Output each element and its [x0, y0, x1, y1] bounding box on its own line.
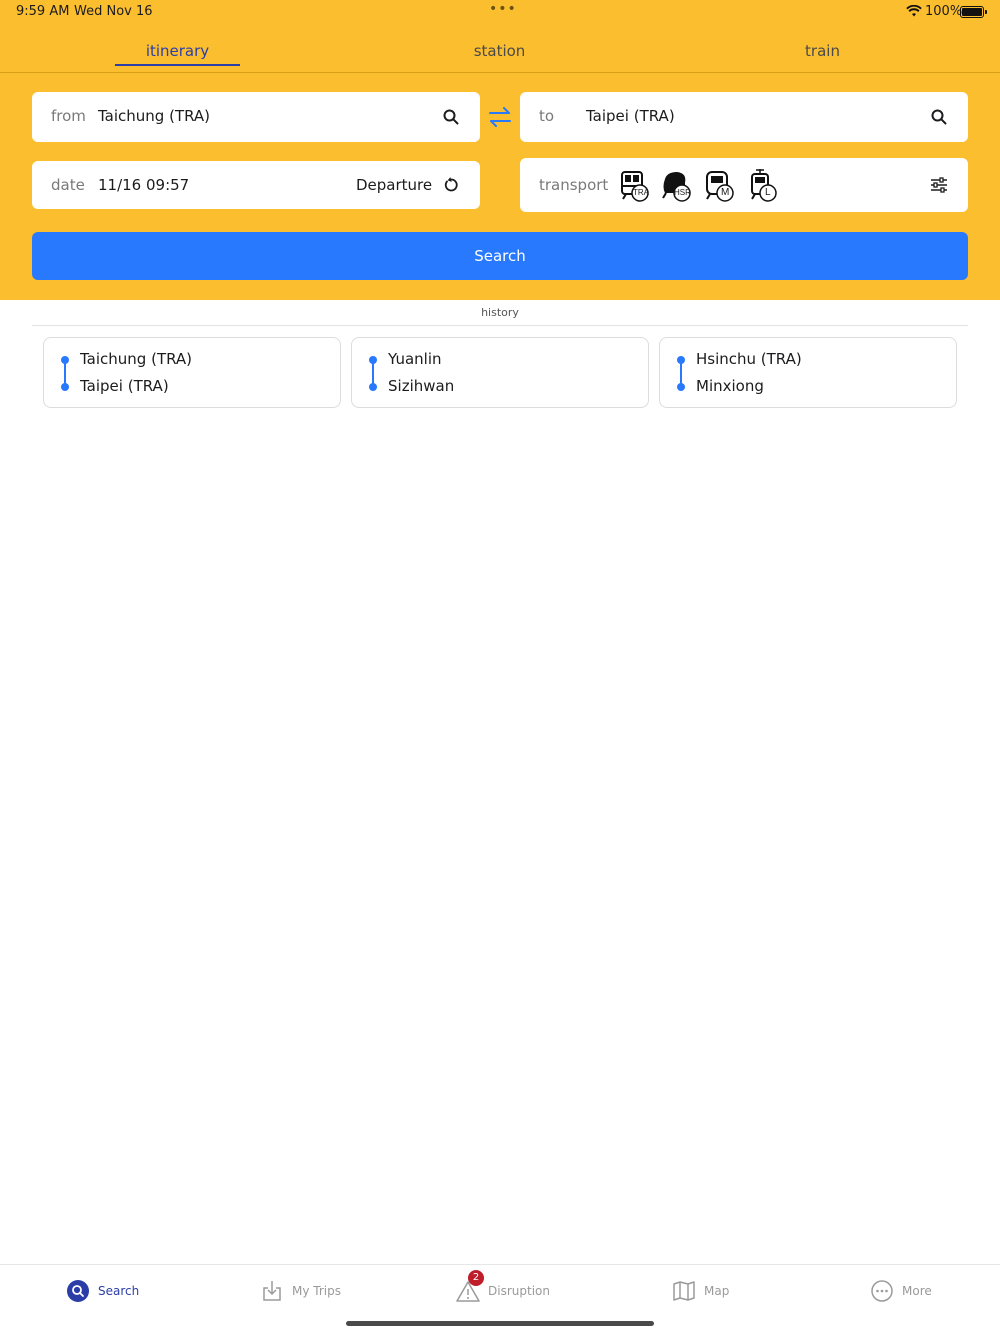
departure-mode[interactable]: Departure: [356, 176, 432, 194]
more-icon: [870, 1279, 894, 1303]
transport-field[interactable]: transport: [520, 158, 968, 212]
swap-stations-icon[interactable]: [487, 105, 513, 129]
from-field[interactable]: from Taichung (TRA): [32, 92, 480, 142]
download-icon: [260, 1279, 284, 1303]
nav-disruption[interactable]: 2 Disruption: [456, 1270, 550, 1303]
light-rail-icon[interactable]: L: [749, 169, 779, 203]
tab-train[interactable]: train: [760, 38, 885, 68]
mode-tabs: itinerary station train: [0, 38, 1000, 72]
to-label: to: [539, 107, 555, 125]
nav-disruption-label: Disruption: [488, 1284, 550, 1298]
battery-icon: [960, 6, 987, 18]
map-icon: [672, 1279, 696, 1303]
nav-my-trips[interactable]: My Trips: [260, 1279, 341, 1303]
tra-label: TRA: [633, 188, 649, 197]
date-value: 11/16 09:57: [98, 176, 190, 194]
history-from: Taichung (TRA): [80, 350, 193, 368]
active-tab-indicator: [115, 64, 240, 66]
destination-dot-icon: [677, 383, 685, 391]
from-label: from: [51, 107, 86, 125]
reset-time-icon[interactable]: [440, 174, 462, 196]
date-field[interactable]: date 11/16 09:57 Departure: [32, 161, 480, 209]
warning-icon: 2: [456, 1270, 484, 1303]
battery-percent: 100%: [925, 4, 963, 19]
search-button[interactable]: Search: [32, 232, 968, 280]
to-value: Taipei (TRA): [586, 107, 675, 125]
history-from: Hsinchu (TRA): [696, 350, 802, 368]
history-from: Yuanlin: [388, 350, 442, 368]
nav-map-label: Map: [704, 1284, 730, 1298]
history-item[interactable]: Taichung (TRA) Taipei (TRA): [43, 337, 341, 408]
history-to: Sizihwan: [388, 377, 455, 395]
light-rail-label: L: [765, 187, 771, 198]
nav-my-trips-label: My Trips: [292, 1284, 341, 1298]
to-field[interactable]: to Taipei (TRA): [520, 92, 968, 142]
hsr-train-icon[interactable]: HSR: [661, 169, 691, 203]
metro-label: M: [721, 187, 730, 198]
nav-search-label: Search: [98, 1284, 140, 1298]
status-bar: 9:59 AM Wed Nov 16 ••• 100%: [0, 0, 1000, 24]
history-item[interactable]: Hsinchu (TRA) Minxiong: [659, 337, 957, 408]
date-label: date: [51, 176, 85, 194]
history-to: Taipei (TRA): [80, 377, 169, 395]
history-divider: [32, 325, 968, 326]
disruption-count-badge: 2: [468, 1270, 484, 1286]
filter-settings-icon[interactable]: [928, 174, 950, 196]
status-date: Wed Nov 16: [74, 4, 153, 19]
tab-station[interactable]: station: [437, 38, 562, 68]
destination-dot-icon: [369, 383, 377, 391]
from-search-icon[interactable]: [440, 106, 462, 128]
history-heading: history: [481, 306, 519, 319]
nav-map[interactable]: Map: [672, 1279, 729, 1303]
history-item[interactable]: Yuanlin Sizihwan: [351, 337, 649, 408]
status-time: 9:59 AM: [16, 4, 70, 19]
wifi-icon: [906, 4, 922, 21]
tab-divider: [0, 72, 1000, 73]
nav-more[interactable]: More: [870, 1279, 932, 1303]
to-search-icon[interactable]: [928, 106, 950, 128]
nav-search[interactable]: Search: [66, 1279, 139, 1303]
destination-dot-icon: [61, 383, 69, 391]
from-value: Taichung (TRA): [98, 107, 211, 125]
history-to: Minxiong: [696, 377, 764, 395]
home-indicator[interactable]: [346, 1321, 654, 1326]
search-icon: [66, 1279, 90, 1303]
multitasking-dots-icon[interactable]: •••: [489, 1, 517, 17]
nav-more-label: More: [902, 1284, 932, 1298]
tra-train-icon[interactable]: TRA: [620, 169, 650, 203]
metro-icon[interactable]: M: [705, 169, 735, 203]
hsr-label: HSR: [674, 188, 691, 197]
transport-label: transport: [539, 176, 609, 194]
